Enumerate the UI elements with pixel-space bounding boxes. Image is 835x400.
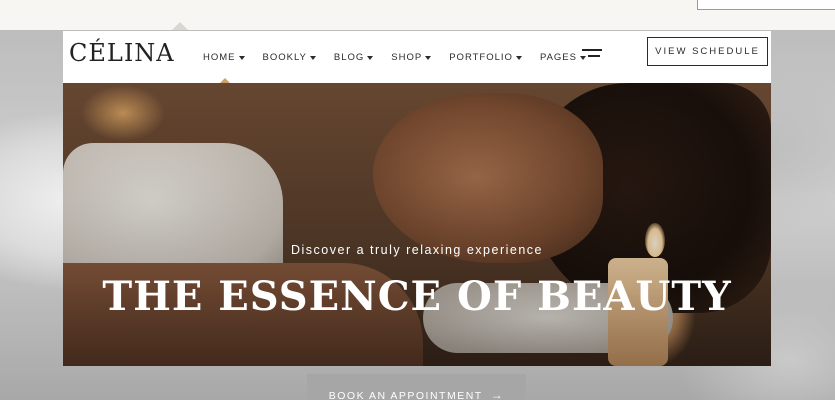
hero-overlay (63, 83, 771, 366)
chevron-down-icon (309, 55, 316, 60)
chevron-down-icon (425, 55, 432, 60)
book-appointment-label: BOOK AN APPOINTMENT (328, 390, 483, 400)
nav-item-label: HOME (203, 51, 236, 63)
hero-banner: Discover a truly relaxing experience THE… (63, 83, 771, 366)
nav-item-home[interactable]: HOME (203, 52, 245, 63)
background-ghost-box (697, 0, 835, 10)
nav-item-blog[interactable]: BLOG (333, 51, 374, 63)
nav-item-portfolio[interactable]: PORTFOLIO (449, 52, 522, 63)
chevron-down-icon (515, 55, 522, 60)
view-schedule-button[interactable]: VIEW SCHEDULE (647, 37, 768, 66)
nav-item-shop[interactable]: SHOP (391, 51, 432, 63)
nav-item-label: BOOKLY (262, 51, 307, 63)
hero-title: THE ESSENCE OF BEAUTY (102, 273, 732, 320)
nav-item-label: PORTFOLIO (449, 51, 513, 63)
chevron-down-icon (238, 55, 245, 60)
nav-item-label: PAGES (539, 51, 577, 63)
book-appointment-button[interactable]: BOOK AN APPOINTMENT → (307, 374, 526, 400)
menu-toggle-icon[interactable] (582, 47, 604, 61)
chevron-down-icon (367, 55, 374, 60)
site-header: CÉLINA HOME BOOKLY BLOG SHOP PORTFOLIO P… (63, 31, 771, 83)
nav-item-label: BLOG (333, 51, 365, 63)
site-logo[interactable]: CÉLINA (69, 39, 175, 67)
main-nav: HOME BOOKLY BLOG SHOP PORTFOLIO PAGES (203, 31, 586, 83)
hero-subtitle: Discover a truly relaxing experience (290, 243, 543, 257)
background-ghost-caret (172, 22, 188, 30)
nav-item-bookly[interactable]: BOOKLY (263, 52, 316, 63)
nav-item-pages[interactable]: PAGES (540, 52, 586, 63)
nav-item-label: SHOP (391, 51, 423, 63)
arrow-right-icon: → (490, 388, 505, 400)
